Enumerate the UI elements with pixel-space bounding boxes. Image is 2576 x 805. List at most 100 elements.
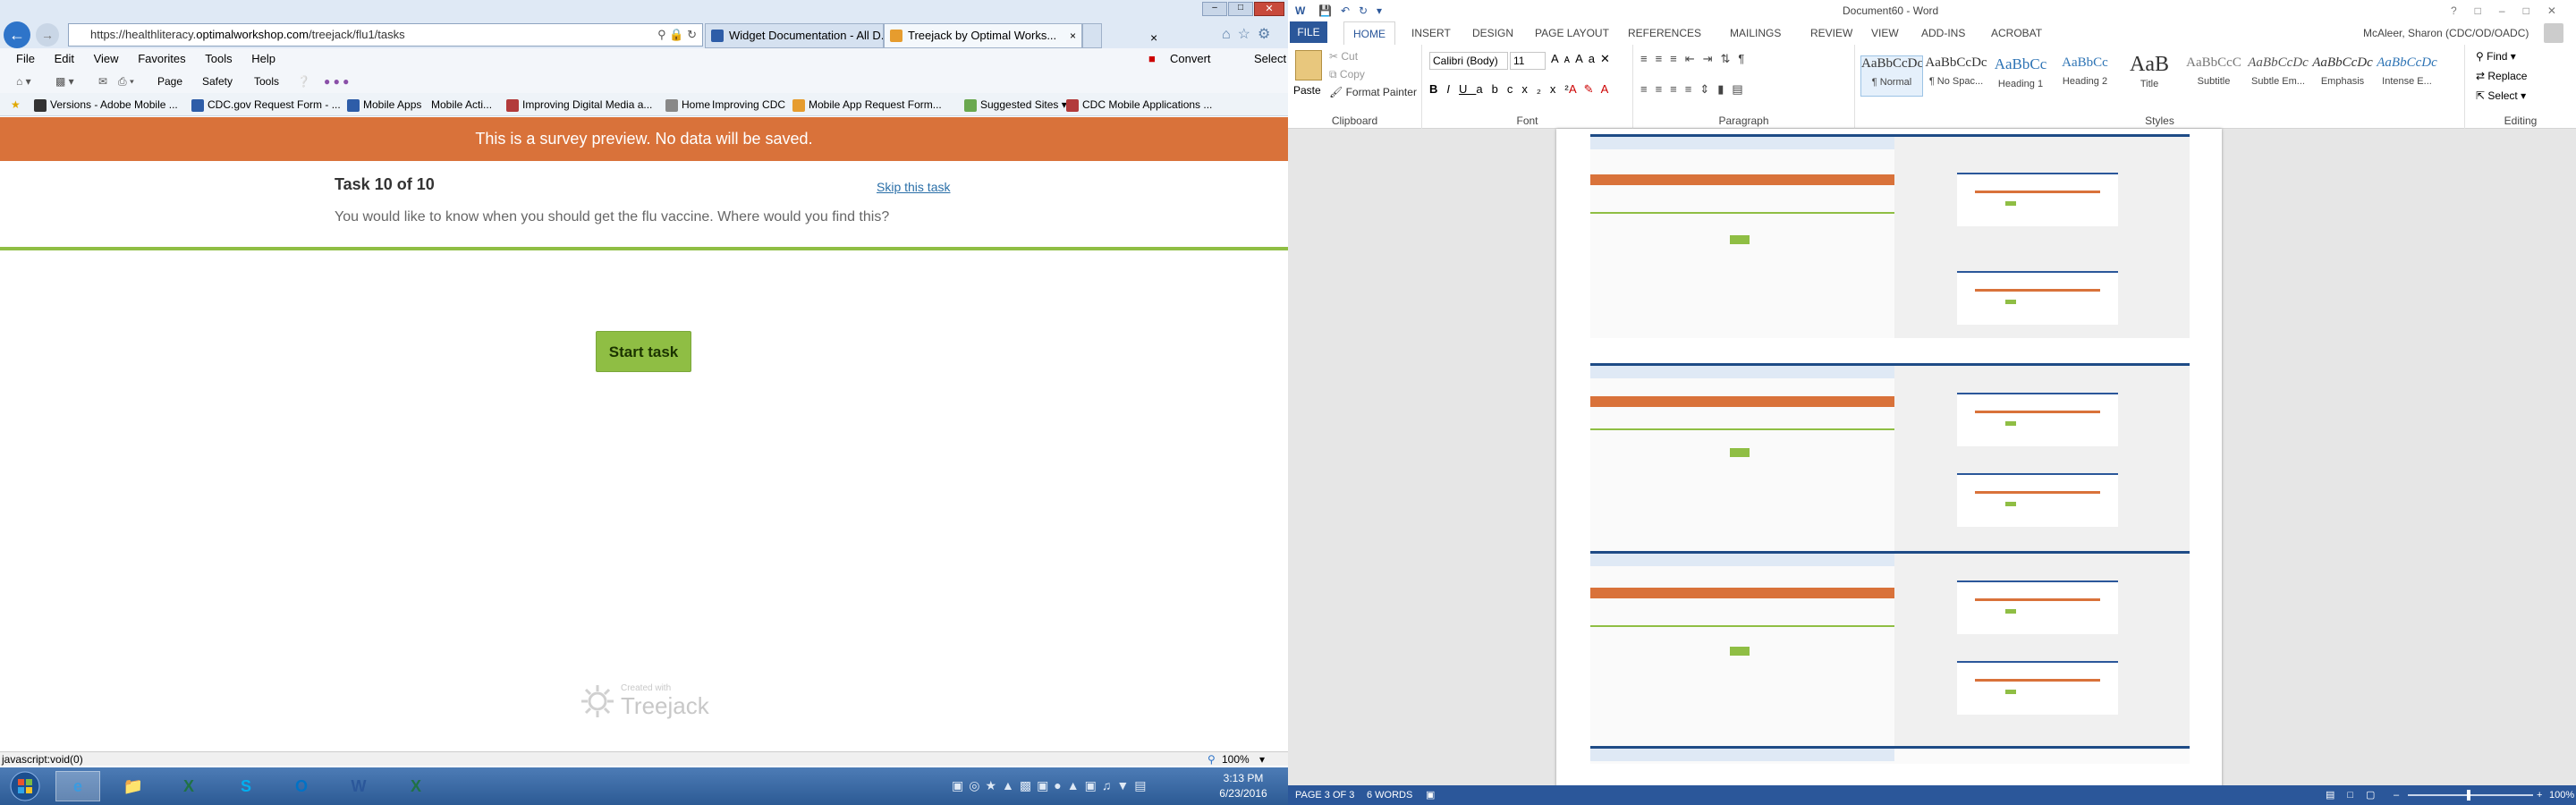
style-no-spacing[interactable]: AaBbCcDc ¶ No Spac...	[1925, 55, 1987, 97]
menu-view[interactable]: View	[94, 52, 119, 65]
zoom-out-icon[interactable]: –	[2394, 785, 2399, 805]
favorite-link[interactable]: Improving CDC	[712, 93, 785, 115]
style-heading-2[interactable]: AaBbCc Heading 2	[2054, 55, 2116, 97]
menu-tools[interactable]: Tools	[205, 52, 232, 65]
word-count[interactable]: 6 WORDS	[1367, 785, 1412, 805]
tab-widget-documentation[interactable]: Widget Documentation - All D...	[705, 23, 884, 48]
menu-edit[interactable]: Edit	[55, 52, 74, 65]
favorite-link[interactable]: Improving Digital Media a...	[506, 93, 652, 115]
zoom-thumb[interactable]	[2467, 790, 2470, 801]
mail-icon[interactable]: ✉	[98, 70, 107, 93]
favorite-link[interactable]: CDC Mobile Applications ...	[1066, 93, 1212, 115]
paste-icon[interactable]	[1295, 50, 1322, 80]
close-window-button[interactable]: ✕	[1254, 2, 1284, 16]
explorer-taskbar-icon[interactable]: 📁	[111, 771, 156, 801]
style-intense-emphasis[interactable]: AaBbCcDc Intense E...	[2376, 55, 2438, 97]
tab-treejack[interactable]: Treejack by Optimal Works... ×	[884, 23, 1082, 48]
home-icon[interactable]: ⌂ ▾	[16, 70, 31, 93]
favorite-link[interactable]: Mobile App Request Form...	[792, 93, 942, 115]
excel-taskbar-icon-2[interactable]: X	[394, 771, 438, 801]
style-normal[interactable]: AaBbCcDc ¶ Normal	[1860, 55, 1923, 97]
search-icon[interactable]: ⚲ 🔒 ↻	[657, 24, 697, 46]
zoom-in-icon[interactable]: +	[2537, 785, 2542, 805]
page-menu[interactable]: Page	[157, 70, 182, 93]
tab-home[interactable]: HOME	[1343, 21, 1395, 46]
word-taskbar-icon[interactable]: W	[336, 771, 381, 801]
window-controls[interactable]: ?□–□✕	[2451, 0, 2574, 21]
align-icons[interactable]: ≡≡≡≡⇕▮▤	[1640, 82, 1751, 97]
start-button[interactable]	[2, 771, 48, 801]
style-heading-1[interactable]: AaBbCc Heading 1	[1989, 55, 2052, 97]
style-emphasis[interactable]: AaBbCcDc Emphasis	[2311, 55, 2374, 97]
forward-icon[interactable]: →	[36, 23, 59, 47]
address-bar[interactable]: https://healthliteracy.optimalworkshop.c…	[68, 23, 703, 47]
font-color-icons[interactable]: A✎A	[1569, 82, 1615, 97]
document-page[interactable]	[1556, 129, 2222, 791]
close-icon[interactable]: ×	[1150, 27, 1157, 48]
feeds-icon[interactable]: ▩ ▾	[55, 70, 74, 93]
close-tab-icon[interactable]: ×	[1070, 24, 1076, 47]
print-icon[interactable]: ⎙ ▾	[118, 70, 134, 93]
new-tab-button[interactable]	[1082, 23, 1102, 48]
home-icon[interactable]: ⌂☆⚙	[1222, 25, 1277, 43]
zoom-level[interactable]: 100%	[1222, 752, 1250, 766]
favorite-link[interactable]: Versions - Adobe Mobile ...	[34, 93, 178, 115]
help-icon[interactable]: ❔	[297, 70, 310, 93]
avatar[interactable]	[2544, 23, 2563, 43]
favorite-link[interactable]: Mobile Apps	[347, 93, 421, 115]
tools-menu[interactable]: Tools	[254, 70, 279, 93]
convert-button[interactable]: Convert	[1170, 48, 1211, 70]
favorite-link[interactable]: Mobile Acti...	[431, 93, 492, 115]
skip-task-link[interactable]: Skip this task	[877, 180, 950, 194]
font-name-select[interactable]: Calibri (Body)	[1429, 52, 1508, 70]
word-zoom-level[interactable]: 100%	[2549, 785, 2574, 805]
copy-button[interactable]: ⧉ Copy	[1329, 68, 1365, 81]
tab-file[interactable]: FILE	[1290, 21, 1327, 43]
user-name[interactable]: McAleer, Sharon (CDC/OD/OADC)	[2363, 21, 2529, 45]
tab-page-layout[interactable]: PAGE LAYOUT	[1535, 21, 1609, 45]
tab-view[interactable]: VIEW	[1871, 21, 1899, 45]
page-count[interactable]: PAGE 3 OF 3	[1295, 785, 1354, 805]
menu-favorites[interactable]: Favorites	[138, 52, 185, 65]
tab-design[interactable]: DESIGN	[1472, 21, 1513, 45]
skype-taskbar-icon[interactable]: S	[224, 771, 268, 801]
tab-acrobat[interactable]: ACROBAT	[1991, 21, 2042, 45]
tab-mailings[interactable]: MAILINGS	[1730, 21, 1781, 45]
start-task-button[interactable]: Start task	[596, 331, 691, 372]
favorite-link[interactable]: CDC.gov Request Form - ...	[191, 93, 341, 115]
format-icons[interactable]: BIUabcx₂x²	[1429, 82, 1578, 96]
view-icons[interactable]: ▤□▢	[2326, 785, 2387, 805]
quick-access-icons[interactable]: 💾↶↻▾	[1318, 0, 1391, 21]
find-button[interactable]: ⚲ Find ▾	[2476, 50, 2516, 63]
back-icon[interactable]: ←	[4, 21, 30, 48]
style-subtle-emphasis[interactable]: AaBbCcDc Subtle Em...	[2247, 55, 2309, 97]
replace-button[interactable]: ⇄ Replace	[2476, 70, 2527, 82]
style-title[interactable]: AaB Title	[2118, 55, 2181, 97]
tab-references[interactable]: REFERENCES	[1628, 21, 1701, 45]
font-size-icons[interactable]: AᴀAa✕	[1551, 52, 1615, 66]
convert-icon[interactable]: ■	[1148, 48, 1156, 70]
tray-icons[interactable]: ▣◎★▲▩▣●▲▣♫▼▤	[952, 778, 1151, 793]
ie-taskbar-icon[interactable]: e	[55, 771, 100, 801]
outlook-taskbar-icon[interactable]: O	[279, 771, 324, 801]
list-icons[interactable]: ≡≡≡⇤⇥⇅¶	[1640, 52, 1752, 66]
format-painter-button[interactable]: 🖌 Format Painter	[1329, 86, 1417, 98]
addon-icon[interactable]: ● ● ●	[324, 70, 349, 93]
excel-taskbar-icon[interactable]: X	[166, 771, 211, 801]
font-size-select[interactable]: 11	[1510, 52, 1546, 70]
zoom-slider[interactable]	[2408, 794, 2533, 796]
favorite-link[interactable]: Suggested Sites ▾	[964, 93, 1067, 115]
star-icon[interactable]: ★	[11, 93, 21, 115]
tab-insert[interactable]: INSERT	[1411, 21, 1451, 45]
favorite-link[interactable]: Home	[665, 93, 710, 115]
system-clock[interactable]: 3:13 PM 6/23/2016	[1199, 771, 1288, 803]
maximize-button[interactable]: □	[1228, 2, 1253, 16]
menu-file[interactable]: File	[16, 52, 35, 65]
cut-button[interactable]: ✂ Cut	[1329, 50, 1358, 63]
tab-review[interactable]: REVIEW	[1810, 21, 1852, 45]
select-button[interactable]: ⇱ Select ▾	[2476, 89, 2526, 102]
minimize-button[interactable]: –	[1202, 2, 1227, 16]
chevron-down-icon[interactable]: ▾	[1259, 752, 1265, 766]
safety-menu[interactable]: Safety	[202, 70, 233, 93]
tab-add-ins[interactable]: ADD-INS	[1921, 21, 1965, 45]
